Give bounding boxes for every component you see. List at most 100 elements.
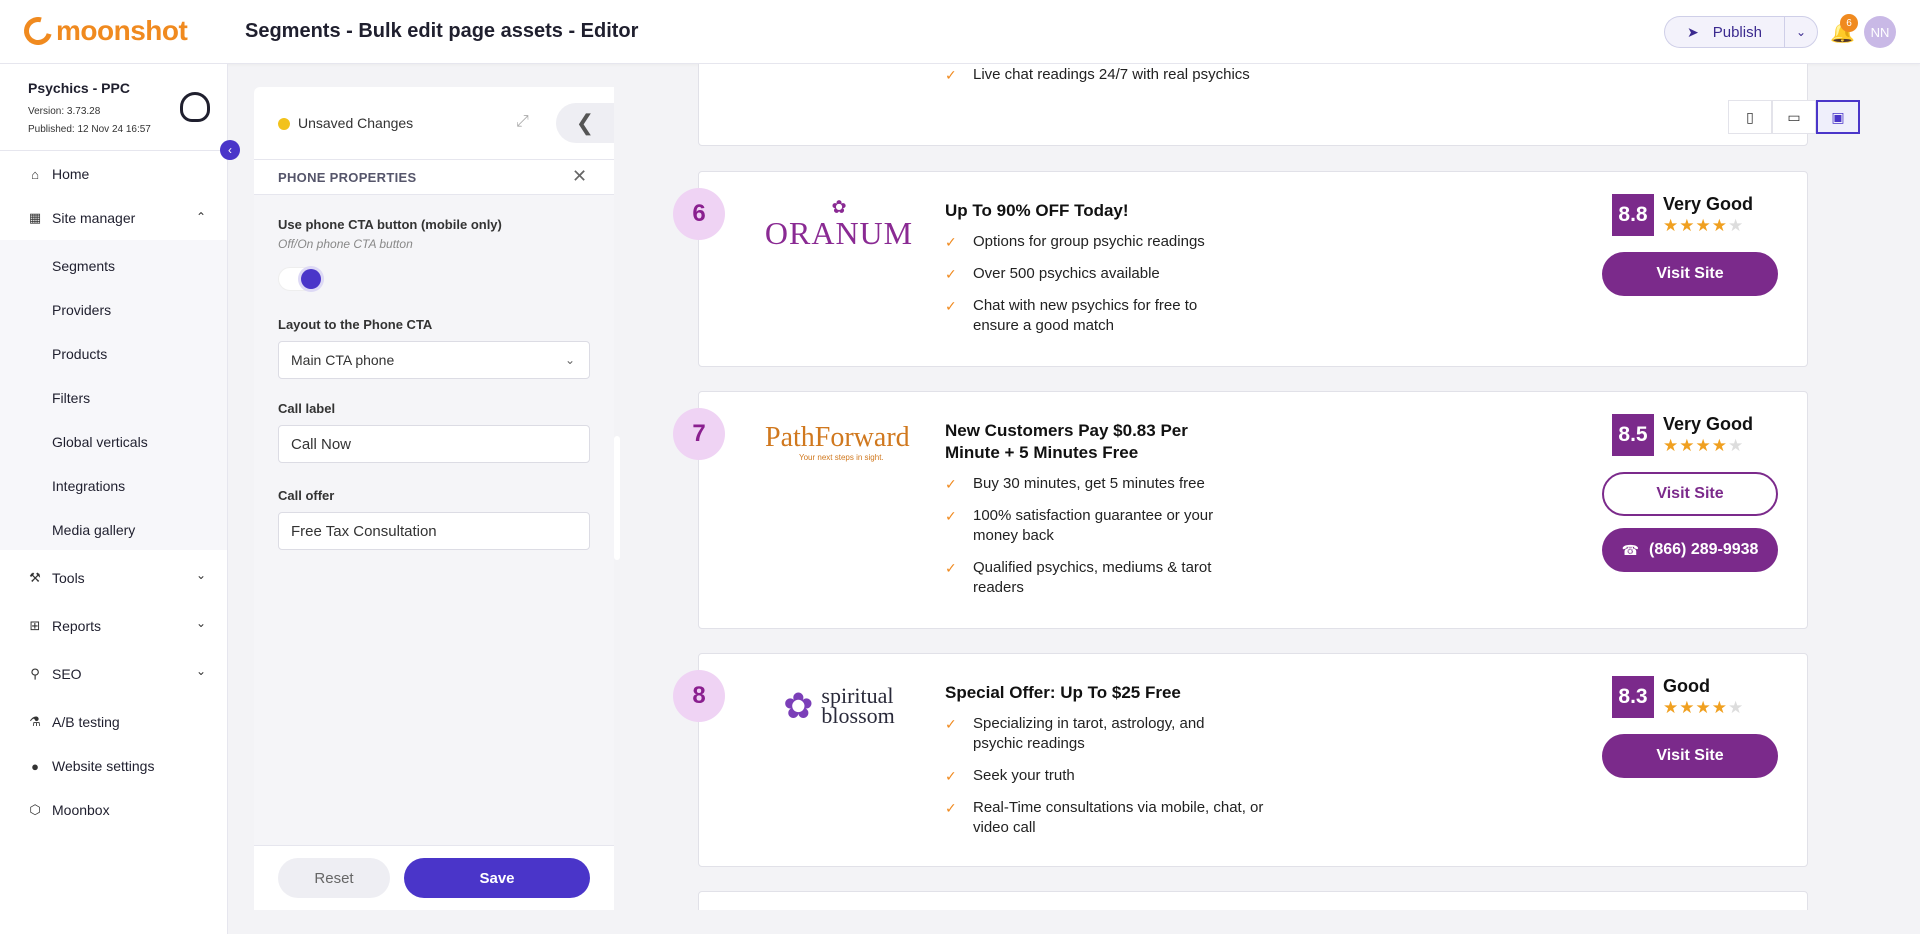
- sidebar-item-products[interactable]: Products: [52, 346, 107, 362]
- expand-icon[interactable]: ⤢: [516, 113, 536, 133]
- desktop-icon: ▣: [1831, 108, 1845, 125]
- sidebar-item-ab-testing[interactable]: ⚗ A/B testing: [28, 712, 120, 732]
- list-item: ✓ 100% satisfaction guarantee or your mo…: [945, 506, 1245, 546]
- crystal-ball-icon: [180, 92, 210, 122]
- publish-options-button[interactable]: ⌄: [1784, 16, 1818, 48]
- notification-badge: 6: [1840, 14, 1858, 32]
- chevron-left-icon: ‹: [228, 143, 232, 157]
- site-published: Published: 12 Nov 24 16:57: [28, 124, 151, 135]
- site-version: Version: 3.73.28: [28, 106, 101, 117]
- layout-select[interactable]: Main CTA phone ⌄: [278, 341, 590, 379]
- sidebar-item-moonbox[interactable]: ⬡ Moonbox: [28, 800, 109, 820]
- list-item: ✓ Buy 30 minutes, get 5 minutes free: [945, 474, 1265, 494]
- chevron-down-icon[interactable]: ⌄: [196, 664, 206, 678]
- feature-text: 100% satisfaction guarantee or your mone…: [973, 507, 1214, 544]
- sidebar-item-label: Website settings: [52, 758, 155, 774]
- rating-score: 8.8: [1612, 194, 1654, 236]
- feature-text: Over 500 psychics available: [973, 265, 1160, 282]
- publish-button[interactable]: ➤ Publish: [1664, 16, 1784, 48]
- rating-verdict: Very Good: [1663, 194, 1754, 214]
- chevron-down-icon[interactable]: ⌄: [196, 616, 206, 630]
- chevron-left-icon: ❮: [575, 110, 595, 135]
- collapse-sidebar-button[interactable]: ‹: [220, 140, 240, 160]
- rating-score: 8.3: [1612, 676, 1654, 718]
- listing-card: 8 ✿ spiritual blossom Special Offer: Up …: [673, 653, 1808, 867]
- chevron-down-icon[interactable]: ⌄: [196, 568, 206, 582]
- visit-site-button[interactable]: Visit Site: [1602, 734, 1778, 778]
- brand-tagline: Your next steps in sight.: [799, 452, 884, 462]
- checkmark-icon: ✓: [945, 476, 957, 492]
- use-phone-label: Use phone CTA button (mobile only): [278, 217, 502, 232]
- sidebar-item-tools[interactable]: ⚒ Tools: [28, 568, 85, 588]
- sidebar-item-seo[interactable]: ⚲ SEO: [28, 664, 82, 684]
- call-label-input[interactable]: Call Now: [278, 425, 590, 463]
- visit-site-button[interactable]: Visit Site: [1602, 472, 1778, 516]
- list-item: ✓ Seek your truth: [945, 766, 1265, 786]
- feature-text: Specializing in tarot, astrology, and ps…: [973, 715, 1205, 752]
- star-rating-icon: ★★★★★: [1663, 216, 1745, 235]
- sidebar-item-filters[interactable]: Filters: [52, 390, 90, 406]
- sidebar-item-global-verticals[interactable]: Global verticals: [52, 434, 148, 450]
- sidebar-item-label: Home: [52, 166, 90, 182]
- feature-text: Seek your truth: [973, 767, 1075, 784]
- phone-number: (866) 289-9938: [1649, 541, 1759, 558]
- flask-icon: ⚗: [29, 714, 41, 729]
- rating-verdict: Good: [1663, 676, 1710, 696]
- call-offer-label: Call offer: [278, 488, 335, 503]
- checkmark-icon: ✓: [945, 800, 957, 816]
- sidebar-item-media-gallery[interactable]: Media gallery: [52, 522, 135, 538]
- chevron-up-icon[interactable]: ⌃: [196, 210, 206, 224]
- logo-text: moonshot: [56, 15, 188, 46]
- sidebar-item-providers[interactable]: Providers: [52, 302, 111, 318]
- checkmark-icon: ✓: [945, 768, 957, 784]
- brand-logo-pathforward[interactable]: PathForward Your next steps in sight.: [759, 414, 919, 470]
- unsaved-status: Unsaved Changes: [298, 115, 414, 131]
- avatar[interactable]: NN: [1864, 16, 1896, 48]
- brand-logo-spiritual-blossom[interactable]: ✿ spiritual blossom: [759, 682, 919, 730]
- sidebar-item-site-manager[interactable]: ▦ Site manager: [28, 208, 135, 228]
- listing-card-partial: [698, 891, 1808, 910]
- layout-label: Layout to the Phone CTA: [278, 317, 433, 332]
- sidebar-item-label: Tools: [52, 570, 85, 586]
- send-icon: ➤: [1687, 23, 1699, 40]
- sidebar-item-segments[interactable]: Segments: [52, 258, 115, 274]
- feature-text: Real-Time consultations via mobile, chat…: [973, 799, 1264, 836]
- listing-card-partial: ✓ Live chat readings 24/7 with real psyc…: [698, 64, 1808, 146]
- page-preview: ✓ Live chat readings 24/7 with real psyc…: [614, 64, 1920, 910]
- moonshot-logo[interactable]: moonshot: [18, 11, 188, 51]
- save-button[interactable]: Save: [404, 858, 590, 898]
- properties-panel: Unsaved Changes ⤢ ❮ PHONE PROPERTIES ✕ U…: [254, 87, 614, 910]
- close-icon[interactable]: ✕: [572, 166, 587, 187]
- use-phone-toggle[interactable]: [278, 267, 324, 291]
- feature-text: Qualified psychics, mediums & tarot read…: [973, 559, 1212, 596]
- panel-title: PHONE PROPERTIES: [278, 170, 417, 185]
- rank-badge: 6: [673, 188, 725, 240]
- sidebar-item-label: SEO: [52, 666, 82, 682]
- reset-button[interactable]: Reset: [278, 858, 390, 898]
- brand-logo-oranum[interactable]: ✿ ORANUM: [759, 194, 919, 254]
- checkmark-icon: ✓: [945, 266, 957, 282]
- sidebar-item-home[interactable]: ⌂ Home: [28, 164, 89, 184]
- panel-body: Use phone CTA button (mobile only) Off/O…: [254, 195, 614, 845]
- call-phone-button[interactable]: ☎ (866) 289-9938: [1602, 528, 1778, 572]
- device-switcher: ▯ ▭ ▣: [1728, 100, 1860, 134]
- star-rating-icon: ★★★★★: [1663, 698, 1745, 717]
- mobile-view-button[interactable]: ▯: [1728, 100, 1772, 134]
- call-offer-input[interactable]: Free Tax Consultation: [278, 512, 590, 550]
- sidebar-item-integrations[interactable]: Integrations: [52, 478, 125, 494]
- phone-icon: ☎: [1621, 541, 1640, 558]
- search-icon: ⚲: [30, 666, 40, 681]
- collapse-panel-button[interactable]: ❮: [556, 103, 614, 143]
- call-label-value: Call Now: [291, 435, 352, 453]
- sidebar-item-reports[interactable]: ⊞ Reports: [28, 616, 101, 636]
- chevron-down-icon: ⌄: [1795, 25, 1807, 39]
- sidebar-item-website-settings[interactable]: ● Website settings: [28, 756, 154, 776]
- visit-site-button[interactable]: Visit Site: [1602, 252, 1778, 296]
- desktop-view-button[interactable]: ▣: [1816, 100, 1860, 134]
- sidebar-item-label: A/B testing: [52, 714, 120, 730]
- tablet-view-button[interactable]: ▭: [1772, 100, 1816, 134]
- unsaved-indicator: [278, 118, 290, 130]
- rating-score: 8.5: [1612, 414, 1654, 456]
- sidebar-item-label: Site manager: [52, 210, 136, 226]
- globe-icon: ●: [31, 758, 39, 774]
